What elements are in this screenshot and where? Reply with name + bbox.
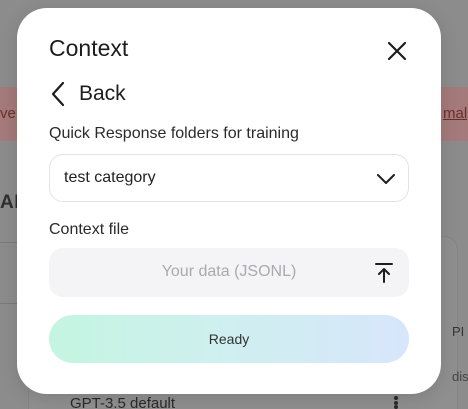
folders-label: Quick Response folders for training [49,125,299,142]
context-file-label: Context file [49,221,130,238]
close-button[interactable] [385,39,409,63]
upload-icon [375,263,393,283]
context-file-input[interactable]: Your data (JSONL) [49,248,409,297]
back-label: Back [79,82,126,105]
context-file-placeholder: Your data (JSONL) [161,263,297,280]
alert-banner-link: mal [443,105,468,122]
modal-title: Context [49,35,129,61]
back-button[interactable]: Back [49,79,126,109]
table-cell: dis [452,369,468,384]
context-modal: Context Back Quick Response folders for … [17,8,441,394]
more-vertical-icon [394,396,398,409]
chevron-left-icon [51,81,65,107]
close-icon [387,41,407,61]
chevron-down-icon [377,174,395,184]
folders-select-value: test category [64,169,156,186]
alert-banner-text: ve [0,105,16,122]
ready-button-label: Ready [208,331,250,347]
folders-select[interactable]: test category [49,154,409,202]
column-header: PI [452,324,465,339]
ready-button[interactable]: Ready [49,315,409,363]
model-row-label: GPT-3.5 default [70,395,176,409]
